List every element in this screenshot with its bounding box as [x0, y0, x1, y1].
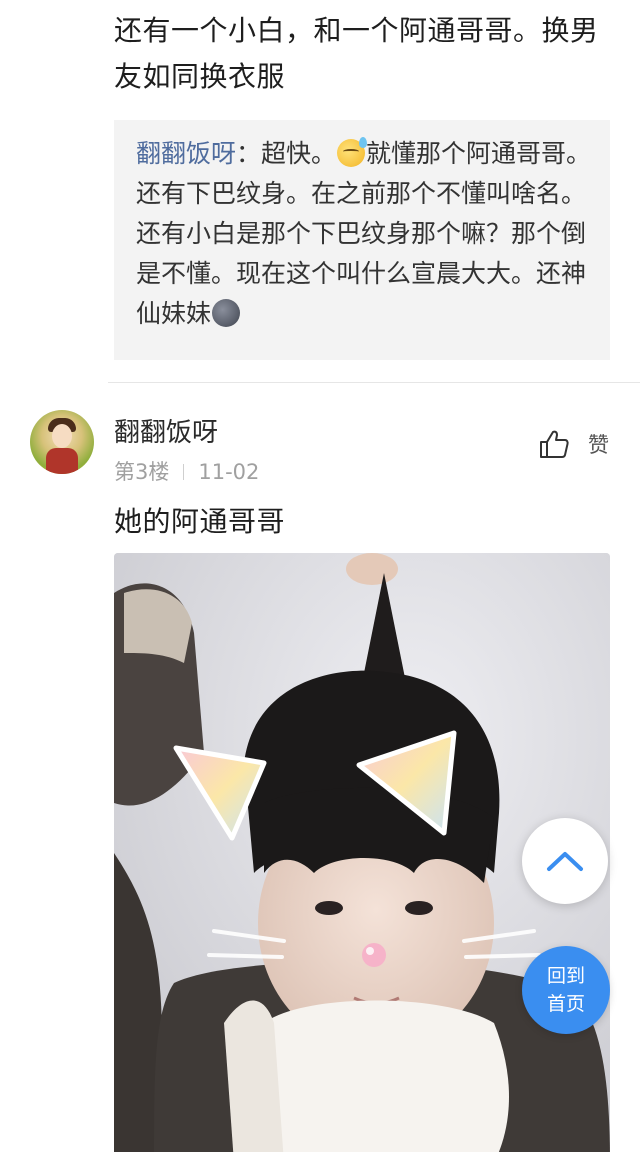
chevron-up-icon	[547, 852, 583, 871]
like-label: 赞	[588, 433, 609, 457]
avatar[interactable]	[30, 410, 94, 474]
like-button[interactable]: 赞	[538, 428, 609, 460]
home-button-line1: 回到	[546, 965, 585, 987]
home-button-line2: 首页	[546, 993, 585, 1015]
divider	[108, 382, 640, 383]
quoted-reply[interactable]: 翻翻饭呀：超快。 就懂那个阿通哥哥。还有下巴纹身。在之前那个不懂叫啥名。还有小白是…	[114, 120, 610, 360]
back-to-top-button[interactable]	[522, 818, 608, 904]
post-date: 11-02	[198, 460, 260, 484]
quoted-reply-author[interactable]: 翻翻饭呀	[136, 139, 236, 168]
back-to-home-button[interactable]: 回到 首页	[522, 946, 610, 1034]
post-meta: 第3楼 11-02	[114, 456, 259, 486]
floor-number: 第3楼	[114, 460, 170, 484]
username[interactable]: 翻翻饭呀	[114, 412, 218, 449]
post-text: 她的阿通哥哥	[114, 505, 286, 538]
post-detail-page: 还有一个小白，和一个阿通哥哥。换男友如同换衣服 翻翻饭呀：超快。 就懂那个阿通哥哥…	[0, 0, 640, 1152]
previous-post-text: 还有一个小白，和一个阿通哥哥。换男友如同换衣服	[114, 14, 599, 93]
sweat-smile-emoji-icon	[337, 137, 368, 167]
new-moon-face-emoji-icon	[212, 299, 241, 327]
quoted-reply-text-1: 超快。	[261, 139, 337, 168]
quoted-reply-colon: ：	[236, 139, 262, 168]
thumbs-up-icon	[540, 430, 569, 458]
meta-separator	[183, 464, 185, 480]
